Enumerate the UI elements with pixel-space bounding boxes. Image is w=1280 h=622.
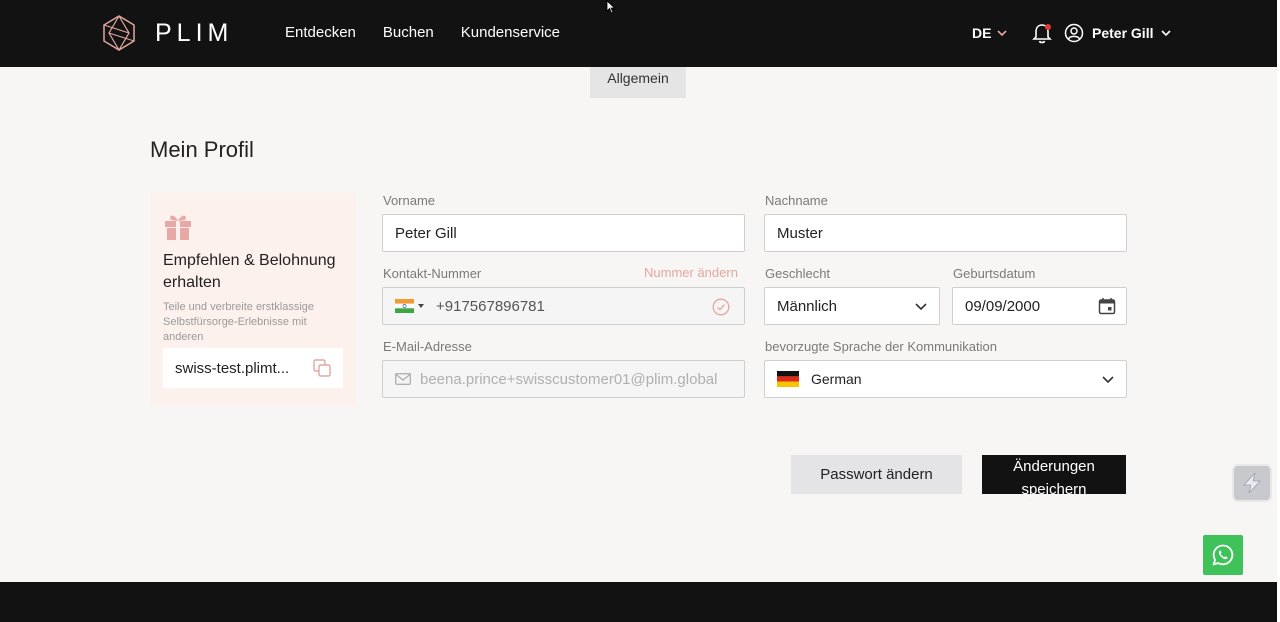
email-value: beena.prince+swisscustomer01@plim.global [420, 370, 718, 388]
birthdate-value: 09/09/2000 [965, 297, 1041, 315]
referral-code: swiss-test.plimt... [175, 359, 290, 377]
notifications-button[interactable] [1032, 23, 1052, 45]
nav-link-book[interactable]: Buchen [383, 24, 434, 41]
plim-logo-icon [103, 15, 135, 52]
birthdate-label: Geburtsdatum [953, 266, 1036, 281]
germany-flag-icon [777, 371, 799, 387]
referral-title: Empfehlen & Belohnung erhalten [163, 252, 336, 291]
tab-general[interactable]: Allgemein [590, 67, 686, 98]
calendar-icon[interactable] [1098, 297, 1116, 315]
chevron-down-icon [1102, 376, 1114, 384]
email-input[interactable]: beena.prince+swisscustomer01@plim.global [382, 360, 745, 398]
page-footer [0, 582, 1277, 622]
phone-input[interactable]: +917567896781 [382, 287, 745, 325]
notification-badge-dot [1045, 24, 1051, 30]
gender-value: Männlich [777, 297, 838, 315]
change-number-link[interactable]: Nummer ändern [644, 265, 738, 280]
change-password-button[interactable]: Passwort ändern [791, 455, 962, 494]
last-name-input[interactable]: Muster [764, 214, 1127, 252]
nav-link-customer-service[interactable]: Kundenservice [461, 24, 560, 41]
language-value: German [811, 371, 862, 387]
top-navbar: PLIM Entdecken Buchen Kundenservice DE P… [0, 0, 1277, 67]
gender-select[interactable]: Männlich [764, 287, 940, 325]
brand-logo[interactable]: PLIM [101, 14, 233, 52]
birthdate-input[interactable]: 09/09/2000 [952, 287, 1127, 325]
referral-description: Teile und verbreite erstklassige Selbstf… [163, 301, 315, 343]
user-name: Peter Gill [1092, 25, 1154, 41]
chevron-down-icon [997, 29, 1008, 36]
india-flag-icon [395, 299, 414, 313]
whatsapp-icon [1212, 544, 1234, 566]
mouse-cursor-icon [606, 0, 616, 14]
main-nav: Entdecken Buchen Kundenservice [285, 24, 560, 41]
first-name-input[interactable]: Peter Gill [382, 214, 745, 252]
gift-icon [165, 215, 191, 240]
language-selector[interactable]: DE [972, 25, 1008, 41]
chevron-down-icon [915, 303, 927, 311]
referral-code-box[interactable]: swiss-test.plimt... [163, 348, 343, 388]
user-circle-icon [1064, 23, 1084, 43]
email-label: E-Mail-Adresse [383, 339, 472, 354]
bolt-icon [1243, 472, 1261, 494]
floating-helper-button[interactable] [1232, 464, 1272, 502]
chevron-down-icon [1161, 29, 1172, 36]
language-label: bevorzugte Sprache der Kommunikation [765, 339, 997, 354]
language-select[interactable]: German [764, 360, 1127, 398]
phone-value: +917567896781 [436, 297, 545, 315]
phone-label: Kontakt-Nummer [383, 266, 482, 281]
last-name-value: Muster [777, 224, 823, 242]
brand-name: PLIM [155, 18, 234, 47]
caret-down-icon[interactable] [418, 304, 424, 308]
page-title: Mein Profil [150, 137, 254, 162]
nav-link-discover[interactable]: Entdecken [285, 24, 356, 41]
whatsapp-button[interactable] [1203, 535, 1243, 575]
user-menu[interactable]: Peter Gill [1064, 23, 1172, 43]
copy-icon[interactable] [313, 359, 331, 377]
last-name-label: Nachname [765, 193, 828, 208]
referral-card: Empfehlen & Belohnung erhalten Teile und… [151, 193, 356, 406]
first-name-label: Vorname [383, 193, 436, 208]
first-name-value: Peter Gill [395, 224, 457, 242]
verified-check-icon [712, 298, 730, 316]
save-changes-button[interactable]: Änderungen speichern [982, 455, 1126, 498]
language-code: DE [972, 25, 992, 41]
mail-icon [395, 373, 411, 385]
gender-label: Geschlecht [765, 266, 831, 281]
